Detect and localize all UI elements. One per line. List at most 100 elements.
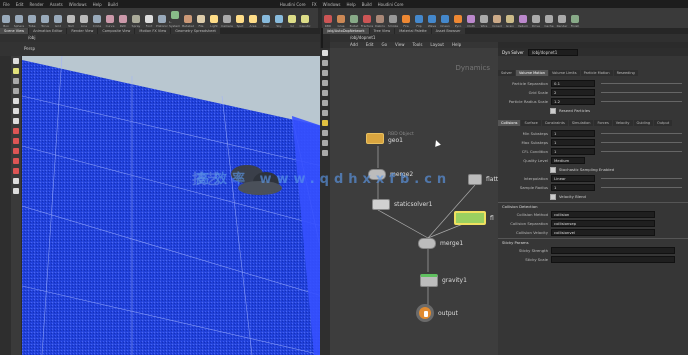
menu-item[interactable]: Windows xyxy=(320,2,344,7)
handle-icon[interactable] xyxy=(13,98,19,104)
shelf-tool[interactable]: Sphere xyxy=(13,10,25,28)
bypass-icon[interactable] xyxy=(322,80,328,86)
param-field[interactable]: collision xyxy=(551,211,655,218)
network-editor[interactable]: Dynamics RBD Object geo1 merge2 staticso… xyxy=(330,48,504,355)
shelf-tool[interactable]: Cache xyxy=(543,10,555,28)
checkbox[interactable] xyxy=(550,193,556,200)
note-icon[interactable] xyxy=(322,100,328,106)
light-icon[interactable] xyxy=(13,188,19,194)
param-field[interactable]: 1.2 xyxy=(551,98,595,105)
shelf-tool[interactable]: Bullet xyxy=(348,10,360,28)
param-tab[interactable]: Volume Limits xyxy=(549,70,580,76)
param-checkbox-row[interactable]: Velocity Blend xyxy=(498,193,688,200)
paint-icon[interactable] xyxy=(13,168,19,174)
param-tab[interactable]: Particle Motion xyxy=(580,70,613,76)
param-field[interactable]: Medium xyxy=(551,157,585,164)
snap-icon[interactable] xyxy=(13,138,19,144)
param-field[interactable] xyxy=(551,256,675,263)
param-field[interactable]: Linear xyxy=(551,175,595,182)
menu-item[interactable]: Windows xyxy=(66,2,90,7)
param-field[interactable]: collisionsep xyxy=(551,220,655,227)
shelf-tool[interactable]: GI xyxy=(286,10,298,28)
shelf-tool[interactable]: Curve xyxy=(104,10,116,28)
scale-icon[interactable] xyxy=(13,88,19,94)
select-icon[interactable] xyxy=(322,50,328,56)
shelf-tool[interactable]: RBD xyxy=(322,10,334,28)
grid-icon[interactable] xyxy=(322,110,328,116)
shelf-tool[interactable]: Pyro xyxy=(452,10,464,28)
shelf-tool[interactable]: Fracture xyxy=(361,10,373,28)
node-rbd-object[interactable]: RBD Object geo1 xyxy=(366,132,414,144)
param-field[interactable]: 1 xyxy=(551,148,595,155)
param-checkbox-row[interactable]: Reseed Particles xyxy=(498,107,688,114)
param-tab[interactable]: Guiding xyxy=(633,120,654,126)
menu-item[interactable]: Houdini Core xyxy=(277,2,309,7)
shelf-tool[interactable]: Area xyxy=(247,10,259,28)
menu-item[interactable]: Render xyxy=(26,2,46,7)
camera-label[interactable]: Persp xyxy=(24,46,35,51)
net-path[interactable]: /obj/dopnet1 xyxy=(350,35,375,40)
shelf-tool[interactable]: Wave xyxy=(426,10,438,28)
param-tab[interactable]: Forces xyxy=(594,120,612,126)
param-tab[interactable]: Output xyxy=(654,120,673,126)
param-field[interactable]: 1 xyxy=(551,184,595,191)
param-group-heading[interactable]: Collision Detection xyxy=(498,202,688,210)
shelf-tool[interactable]: Caustic xyxy=(299,10,311,28)
param-field[interactable]: 2 xyxy=(551,89,595,96)
param-tab[interactable]: Reseeding xyxy=(613,70,638,76)
shelf-tool[interactable]: Spray xyxy=(130,10,142,28)
shelf-tool[interactable]: Camera xyxy=(221,10,233,28)
param-tab[interactable]: Collisions xyxy=(498,120,521,126)
magnet-icon[interactable] xyxy=(13,128,19,134)
pose-icon[interactable] xyxy=(13,108,19,114)
rotate-icon[interactable] xyxy=(13,78,19,84)
param-slider[interactable] xyxy=(601,142,682,143)
lock-icon[interactable] xyxy=(322,90,328,96)
flag-icon[interactable] xyxy=(322,120,328,126)
param-tab[interactable]: Volume Motion xyxy=(516,70,548,76)
shelf-tool[interactable]: Smoke xyxy=(387,10,399,28)
shelf-tool[interactable]: Fire xyxy=(400,10,412,28)
shelf-tool[interactable]: Sky xyxy=(273,10,285,28)
param-checkbox-row[interactable]: Stochastic Sampling Enabled xyxy=(498,166,688,173)
param-tab[interactable]: Simulation xyxy=(568,120,594,126)
grid-snap-icon[interactable] xyxy=(13,148,19,154)
params-node-name[interactable]: /obj/dopnet1 xyxy=(527,48,579,56)
shelf-tool[interactable]: Ocean xyxy=(439,10,451,28)
node-fluid[interactable]: fl xyxy=(454,211,494,225)
param-tab[interactable]: Solver xyxy=(498,70,515,76)
param-field[interactable]: collisionvel xyxy=(551,229,655,236)
move-icon[interactable] xyxy=(13,68,19,74)
checkbox[interactable] xyxy=(550,166,556,173)
shelf-tool[interactable]: Torus xyxy=(39,10,51,28)
param-slider[interactable] xyxy=(601,178,682,179)
node-gravity[interactable]: gravity1 xyxy=(420,274,467,287)
shelf-tool[interactable]: Light xyxy=(208,10,220,28)
shelf-tool[interactable]: Drive xyxy=(530,10,542,28)
param-field[interactable]: 1 xyxy=(551,139,595,146)
path-text[interactable]: /obj xyxy=(28,35,35,40)
shelf-tool[interactable]: Cloth xyxy=(465,10,477,28)
shelf-tool[interactable]: Grain xyxy=(504,10,516,28)
param-field[interactable]: 0.1 xyxy=(551,80,595,87)
shelf-tool[interactable]: Flip xyxy=(413,10,425,28)
scene-viewport[interactable]: 技艺 xyxy=(22,56,322,355)
shelf-tool[interactable]: Tube xyxy=(26,10,38,28)
shape-icon[interactable] xyxy=(322,140,328,146)
curve-icon[interactable] xyxy=(13,158,19,164)
shelf-tool[interactable]: Grid xyxy=(52,10,64,28)
shelf-tool[interactable]: Finish xyxy=(569,10,581,28)
shelf-tool[interactable]: Box xyxy=(0,10,12,28)
shelf-tool[interactable]: File xyxy=(195,10,207,28)
param-field[interactable]: 1 xyxy=(551,130,595,137)
shelf-tool[interactable]: Font xyxy=(143,10,155,28)
menu-item[interactable]: Help xyxy=(90,2,105,7)
param-field[interactable] xyxy=(551,247,675,254)
param-group-heading[interactable]: Sticky Params xyxy=(498,238,688,246)
shelf-tool[interactable]: Render xyxy=(556,10,568,28)
menu-item[interactable]: FX xyxy=(309,2,320,7)
menu-item[interactable]: File xyxy=(0,2,13,7)
shelf-tool[interactable]: Line xyxy=(78,10,90,28)
shelf-tool[interactable]: Platonic xyxy=(156,10,168,28)
param-slider[interactable] xyxy=(601,101,682,102)
